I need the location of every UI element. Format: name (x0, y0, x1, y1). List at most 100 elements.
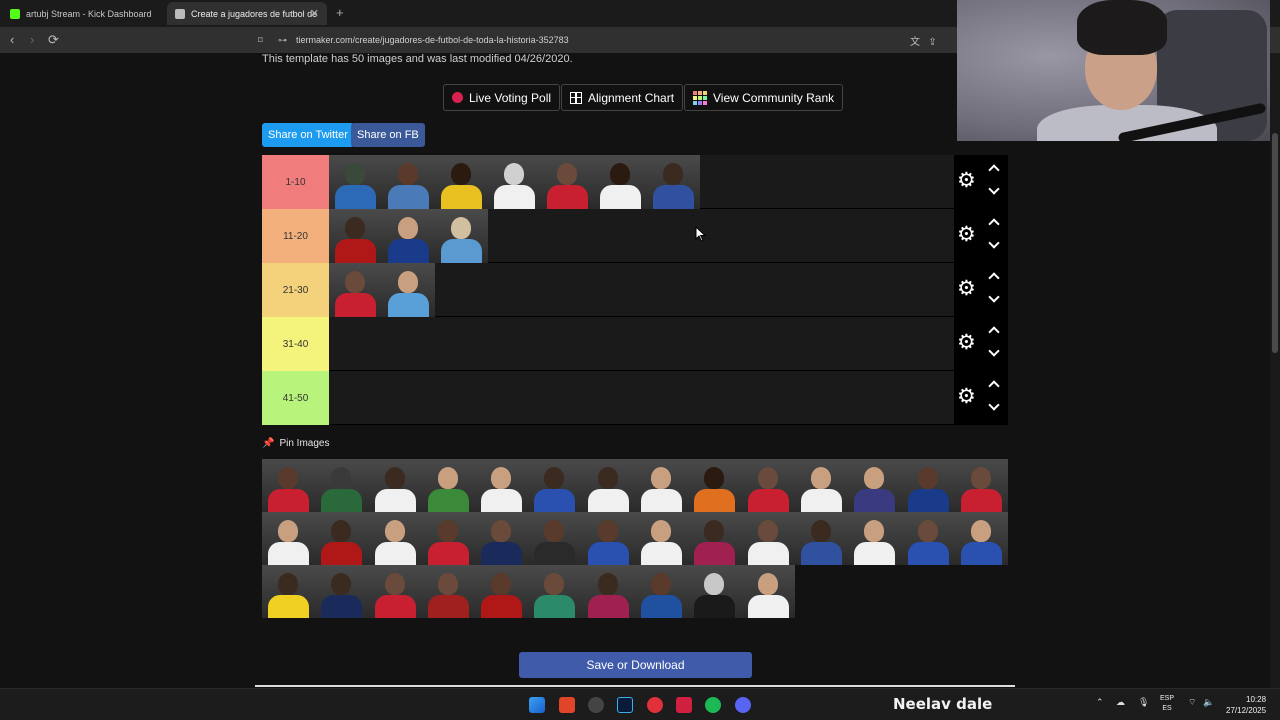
photoshop-icon[interactable] (617, 697, 633, 713)
player-image[interactable] (794, 459, 849, 512)
player-image[interactable] (647, 155, 700, 209)
player-image[interactable] (435, 209, 488, 263)
player-image[interactable] (528, 512, 582, 565)
tier-items[interactable] (329, 209, 488, 263)
bookmark-icon[interactable]: ⌑ (258, 35, 278, 46)
player-image[interactable] (315, 512, 369, 565)
player-image[interactable] (848, 512, 902, 565)
player-image[interactable] (848, 459, 902, 512)
tray-chevron-icon[interactable]: ⌃ (1096, 697, 1104, 708)
volume-icon[interactable]: 🔈 (1203, 697, 1214, 708)
player-image[interactable] (688, 565, 742, 618)
player-image[interactable] (488, 155, 541, 209)
clock[interactable]: 10:28 27/12/2025 (1226, 694, 1266, 716)
player-image[interactable] (581, 459, 636, 512)
player-image[interactable] (635, 565, 689, 618)
tier-label[interactable]: 21-30 (262, 263, 329, 317)
close-tab-icon[interactable]: ✕ (310, 7, 319, 20)
player-image[interactable] (528, 565, 582, 618)
app-pink-icon[interactable] (676, 697, 692, 713)
brave-browser-icon[interactable] (559, 697, 575, 713)
player-image[interactable] (688, 459, 742, 512)
player-image[interactable] (315, 565, 369, 618)
gear-icon[interactable]: ⚙ (957, 170, 976, 191)
move-down-icon[interactable] (988, 399, 1000, 411)
tier-row[interactable]: 11-20 ⚙ (262, 209, 1008, 263)
tray-mic-icon[interactable]: 🎙 (1138, 697, 1149, 708)
move-down-icon[interactable] (988, 237, 1000, 249)
move-up-icon[interactable] (988, 272, 1000, 284)
tab-kick-dashboard[interactable]: artubj Stream - Kick Dashboard (2, 2, 162, 25)
share-twitter-button[interactable]: Share on Twitter (262, 123, 354, 147)
move-down-icon[interactable] (988, 183, 1000, 195)
player-image[interactable] (635, 512, 689, 565)
tier-label[interactable]: 41-50 (262, 371, 329, 425)
pin-images-toggle[interactable]: 📌 Pin Images (262, 438, 329, 449)
tab-tiermaker[interactable]: Create a jugadores de futbol de ✕ (167, 2, 327, 25)
player-image[interactable] (368, 459, 422, 512)
back-icon[interactable]: ‹ (10, 32, 14, 47)
discord-icon[interactable] (735, 697, 751, 713)
language-indicator[interactable]: ESP ES (1160, 694, 1174, 714)
move-up-icon[interactable] (988, 326, 1000, 338)
translate-icon[interactable]: 文 (910, 37, 920, 48)
player-image[interactable] (421, 459, 476, 512)
scrollbar-thumb[interactable] (1272, 133, 1278, 353)
live-voting-poll-button[interactable]: Live Voting Poll (443, 84, 561, 111)
tier-items[interactable] (329, 263, 435, 317)
player-image[interactable] (901, 512, 955, 565)
move-down-icon[interactable] (988, 291, 1000, 303)
move-up-icon[interactable] (988, 218, 1000, 230)
site-info-icon[interactable]: ⊶ (278, 35, 296, 46)
player-image[interactable] (315, 459, 369, 512)
player-image[interactable] (368, 565, 422, 618)
tier-items[interactable] (329, 155, 700, 209)
save-or-download-button[interactable]: Save or Download (519, 652, 752, 678)
player-image[interactable] (635, 459, 689, 512)
tray-cloud-icon[interactable]: ☁ (1116, 697, 1125, 708)
tier-row[interactable]: 21-30 ⚙ (262, 263, 1008, 317)
player-image[interactable] (528, 459, 582, 512)
player-image[interactable] (475, 459, 529, 512)
page-scrollbar[interactable] (1270, 53, 1280, 688)
player-image[interactable] (741, 565, 795, 618)
player-image[interactable] (581, 565, 636, 618)
player-image[interactable] (262, 459, 316, 512)
player-image[interactable] (581, 512, 636, 565)
alignment-chart-button[interactable]: Alignment Chart (561, 84, 684, 111)
player-image[interactable] (435, 155, 488, 209)
player-image[interactable] (475, 512, 529, 565)
move-up-icon[interactable] (988, 164, 1000, 176)
player-image[interactable] (262, 512, 316, 565)
forward-icon[interactable]: › (30, 32, 34, 47)
player-image[interactable] (541, 155, 594, 209)
tier-row[interactable]: 1-10 ⚙ (262, 155, 1008, 209)
share-icon[interactable]: ⇪ (928, 37, 936, 48)
player-image[interactable] (329, 155, 382, 209)
gear-icon[interactable]: ⚙ (957, 224, 976, 245)
move-up-icon[interactable] (988, 380, 1000, 392)
player-image[interactable] (954, 459, 1009, 512)
tier-label[interactable]: 31-40 (262, 317, 329, 371)
reload-icon[interactable]: ⟳ (48, 32, 59, 48)
move-down-icon[interactable] (988, 345, 1000, 357)
player-image[interactable] (421, 512, 476, 565)
player-image[interactable] (329, 263, 382, 317)
share-facebook-button[interactable]: Share on FB (351, 123, 425, 147)
player-image[interactable] (421, 565, 476, 618)
player-image[interactable] (688, 512, 742, 565)
tier-row[interactable]: 31-40 ⚙ (262, 317, 1008, 371)
player-image[interactable] (262, 565, 316, 618)
view-community-rank-button[interactable]: View Community Rank (684, 84, 844, 111)
gear-icon[interactable]: ⚙ (957, 386, 976, 407)
player-image[interactable] (741, 512, 795, 565)
new-tab-button[interactable]: + (336, 5, 344, 20)
player-image[interactable] (475, 565, 529, 618)
tier-label[interactable]: 11-20 (262, 209, 329, 263)
player-image[interactable] (382, 155, 435, 209)
wifi-icon[interactable]: ⌔ (1188, 697, 1196, 708)
player-image[interactable] (368, 512, 422, 565)
player-image[interactable] (794, 512, 849, 565)
windows-start-icon[interactable] (529, 697, 545, 713)
tier-row[interactable]: 41-50 ⚙ (262, 371, 1008, 425)
